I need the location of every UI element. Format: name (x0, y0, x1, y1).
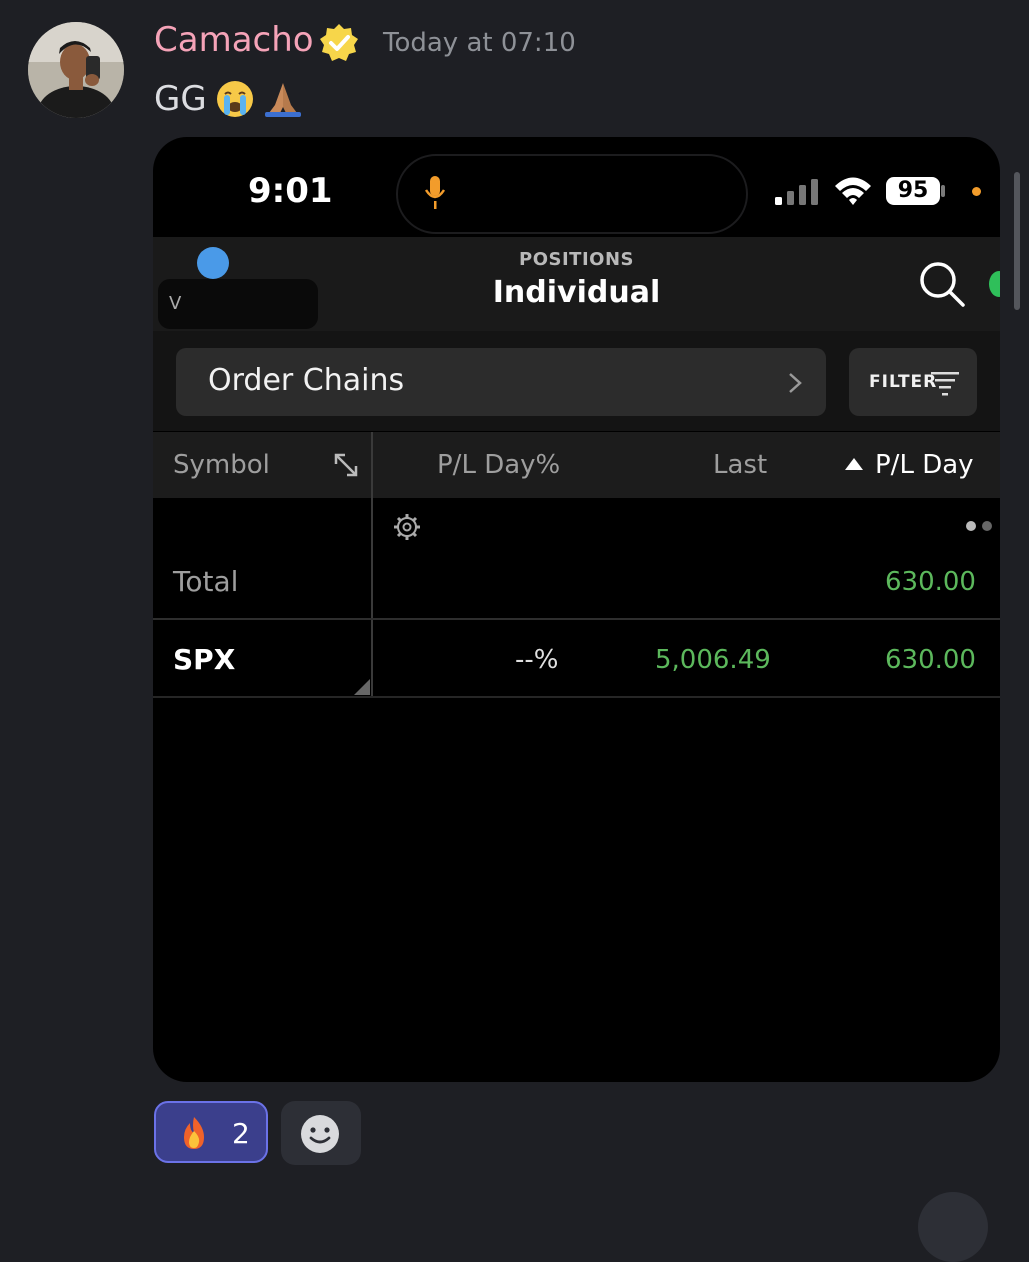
privacy-indicator-dot (972, 187, 981, 196)
wifi-icon (835, 177, 871, 205)
table-header: Symbol P/L Day% Last P/L Day (153, 432, 1000, 498)
symbol-cell[interactable]: SPX (173, 643, 235, 676)
total-pl-day: 630.00 (885, 567, 976, 597)
avatar[interactable] (28, 22, 124, 118)
verified-badge-icon (320, 24, 358, 61)
column-pl-day-pct[interactable]: P/L Day% (437, 450, 560, 480)
message-content: GG (154, 76, 303, 122)
column-last[interactable]: Last (713, 450, 767, 480)
add-reaction-button[interactable] (281, 1101, 361, 1165)
frozen-column-divider (371, 432, 373, 698)
gear-icon[interactable] (393, 513, 421, 541)
message-text: GG (154, 79, 207, 119)
dynamic-island (396, 154, 748, 234)
floating-button[interactable] (918, 1192, 988, 1262)
column-pl-day[interactable]: P/L Day (875, 450, 974, 480)
row-divider (153, 618, 1000, 620)
microphone-icon (424, 176, 446, 209)
scrollbar-thumb[interactable] (1014, 172, 1020, 310)
reaction-count: 2 (232, 1117, 250, 1150)
fire-icon (184, 1117, 204, 1149)
folded-hands-icon (264, 83, 301, 117)
order-chains-button[interactable]: Order Chains (176, 348, 826, 416)
order-chains-label: Order Chains (208, 363, 405, 398)
battery-tip (941, 185, 945, 197)
filter-icon (931, 372, 959, 396)
add-reaction-icon (301, 1115, 339, 1153)
username[interactable]: Camacho (154, 18, 314, 62)
chevron-right-icon (789, 373, 802, 393)
cellular-signal-icon (775, 179, 818, 205)
status-bar-time: 9:01 (248, 171, 333, 211)
positions-header: V POSITIONS Individual (153, 237, 1000, 331)
filter-label: FILTER (869, 372, 938, 392)
pl-day-cell: 630.00 (885, 645, 976, 675)
search-icon[interactable] (917, 259, 967, 309)
positions-toolbar: Order Chains FILTER (153, 331, 1000, 431)
sort-ascending-icon (845, 458, 863, 470)
row-divider (153, 696, 1000, 698)
position-screenshot[interactable]: 9:01 95 V POSITIONS Individual Order Cha… (153, 137, 1000, 1082)
loudly-crying-face-icon (216, 81, 253, 117)
total-label: Total (173, 565, 239, 598)
expand-arrows-icon[interactable] (333, 452, 359, 478)
row-corner-marker (354, 679, 370, 695)
page-indicator-dots (966, 521, 992, 531)
pl-day-pct-cell: --% (515, 645, 559, 675)
message-timestamp: Today at 07:10 (383, 28, 576, 58)
fire-reaction-button[interactable]: 2 (154, 1101, 268, 1163)
nav-subtitle: POSITIONS (519, 249, 634, 270)
nav-title[interactable]: Individual (153, 275, 1000, 310)
filter-button[interactable]: FILTER (849, 348, 977, 416)
column-symbol[interactable]: Symbol (173, 450, 270, 480)
last-cell: 5,006.49 (655, 645, 771, 675)
battery-indicator: 95 (886, 177, 940, 205)
